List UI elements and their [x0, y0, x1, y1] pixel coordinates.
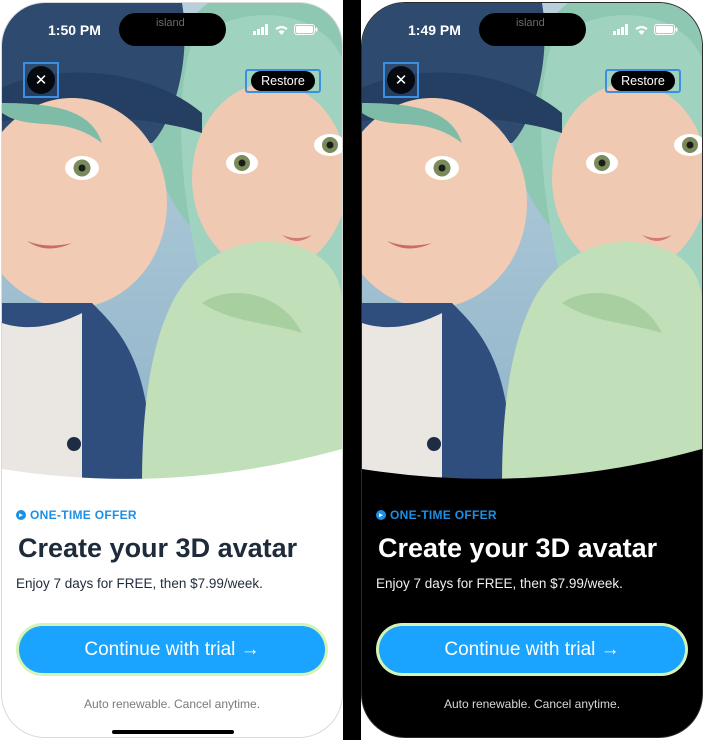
battery-icon: [654, 24, 678, 35]
signal-icon: [613, 24, 628, 35]
offer-label: ONE-TIME OFFER: [30, 508, 137, 522]
battery-icon: [294, 24, 318, 35]
status-icons: [253, 24, 318, 35]
wifi-icon: [635, 26, 648, 35]
status-time: 1:49 PM: [408, 22, 461, 38]
offer-badge-icon: ▸: [376, 510, 386, 520]
offer-badge: ▸ ONE-TIME OFFER: [16, 508, 137, 522]
offer-label: ONE-TIME OFFER: [390, 508, 497, 522]
continue-trial-button[interactable]: Continue with trial →: [376, 623, 688, 676]
page-title: Create your 3D avatar: [18, 533, 298, 563]
hero-curve: [2, 449, 342, 501]
status-icons: [613, 24, 678, 35]
signal-icon: [253, 24, 268, 35]
hero-curve: [362, 449, 702, 501]
offer-badge-icon: ▸: [16, 510, 26, 520]
restore-button[interactable]: Restore: [245, 69, 321, 93]
paywall-screen-light: island 1:50 PM ✕ Restore ▸ ONE-TIME OFFE…: [1, 2, 343, 738]
restore-label: Restore: [611, 71, 675, 91]
continue-trial-button[interactable]: Continue with trial →: [16, 623, 328, 676]
continue-trial-label: Continue with trial →: [379, 626, 685, 673]
pricing-subtitle: Enjoy 7 days for FREE, then $7.99/week.: [376, 576, 623, 591]
renewal-footnote: Auto renewable. Cancel anytime.: [443, 697, 621, 711]
status-time: 1:50 PM: [48, 22, 101, 38]
close-icon: ✕: [394, 72, 408, 89]
page-title: Create your 3D avatar: [378, 533, 658, 563]
restore-label: Restore: [251, 71, 315, 91]
close-button[interactable]: ✕: [23, 62, 59, 98]
close-icon: ✕: [34, 72, 48, 89]
pricing-subtitle: Enjoy 7 days for FREE, then $7.99/week.: [16, 576, 263, 591]
continue-trial-label: Continue with trial →: [19, 626, 325, 673]
island-label: island: [156, 17, 185, 29]
renewal-footnote: Auto renewable. Cancel anytime.: [83, 697, 261, 711]
wifi-icon: [275, 26, 288, 35]
paywall-screen-dark: island 1:49 PM ✕ Restore ▸ ONE-TIME OFFE…: [361, 2, 703, 738]
island-label: island: [516, 17, 545, 29]
screen-divider: [343, 0, 361, 740]
restore-button[interactable]: Restore: [605, 69, 681, 93]
home-indicator[interactable]: [112, 730, 234, 734]
close-button[interactable]: ✕: [383, 62, 419, 98]
offer-badge: ▸ ONE-TIME OFFER: [376, 508, 497, 522]
